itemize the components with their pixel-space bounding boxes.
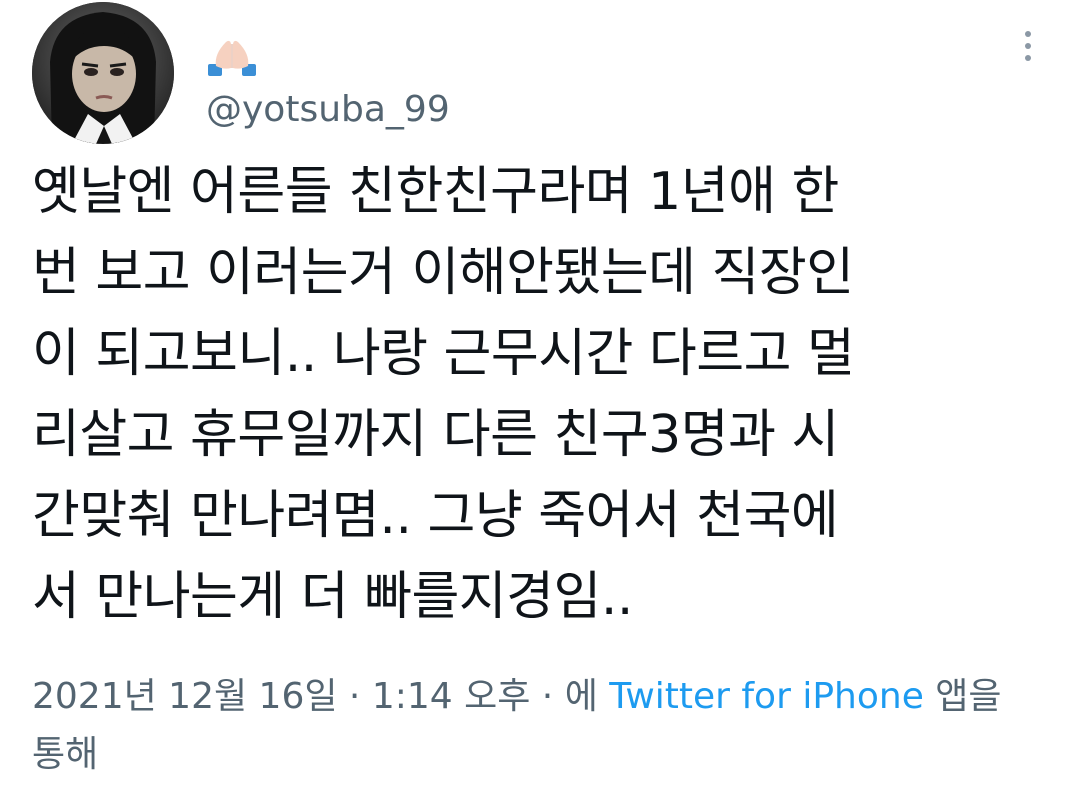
source-prefix: 에 <box>564 676 610 717</box>
more-vertical-icon-dot <box>1025 55 1031 61</box>
meta-separator: · <box>337 676 372 717</box>
avatar[interactable] <box>32 2 174 144</box>
more-vertical-icon <box>1025 31 1031 37</box>
meta-separator: · <box>530 676 565 717</box>
more-vertical-icon-dot <box>1025 43 1031 49</box>
tweet: @yotsuba_99 옛날엔 어른들 친한친구라며 1년애 한 번 보고 이러… <box>0 0 1080 794</box>
user-handle[interactable]: @yotsuba_99 <box>206 88 450 132</box>
tweet-time[interactable]: 1:14 오후 <box>372 676 531 717</box>
tweet-metadata: 2021년 12월 16일 · 1:14 오후 · 에 Twitter for … <box>32 668 1062 784</box>
avatar-image <box>32 2 174 144</box>
display-name[interactable] <box>206 38 258 78</box>
source-link[interactable]: Twitter for iPhone <box>609 676 924 717</box>
tweet-date[interactable]: 2021년 12월 16일 <box>32 676 337 717</box>
more-options-button[interactable] <box>1008 24 1048 68</box>
folded-hands-emoji-icon <box>208 40 256 76</box>
tweet-text: 옛날엔 어른들 친한친구라며 1년애 한 번 보고 이러는거 이해안됐는데 직장… <box>32 162 855 627</box>
